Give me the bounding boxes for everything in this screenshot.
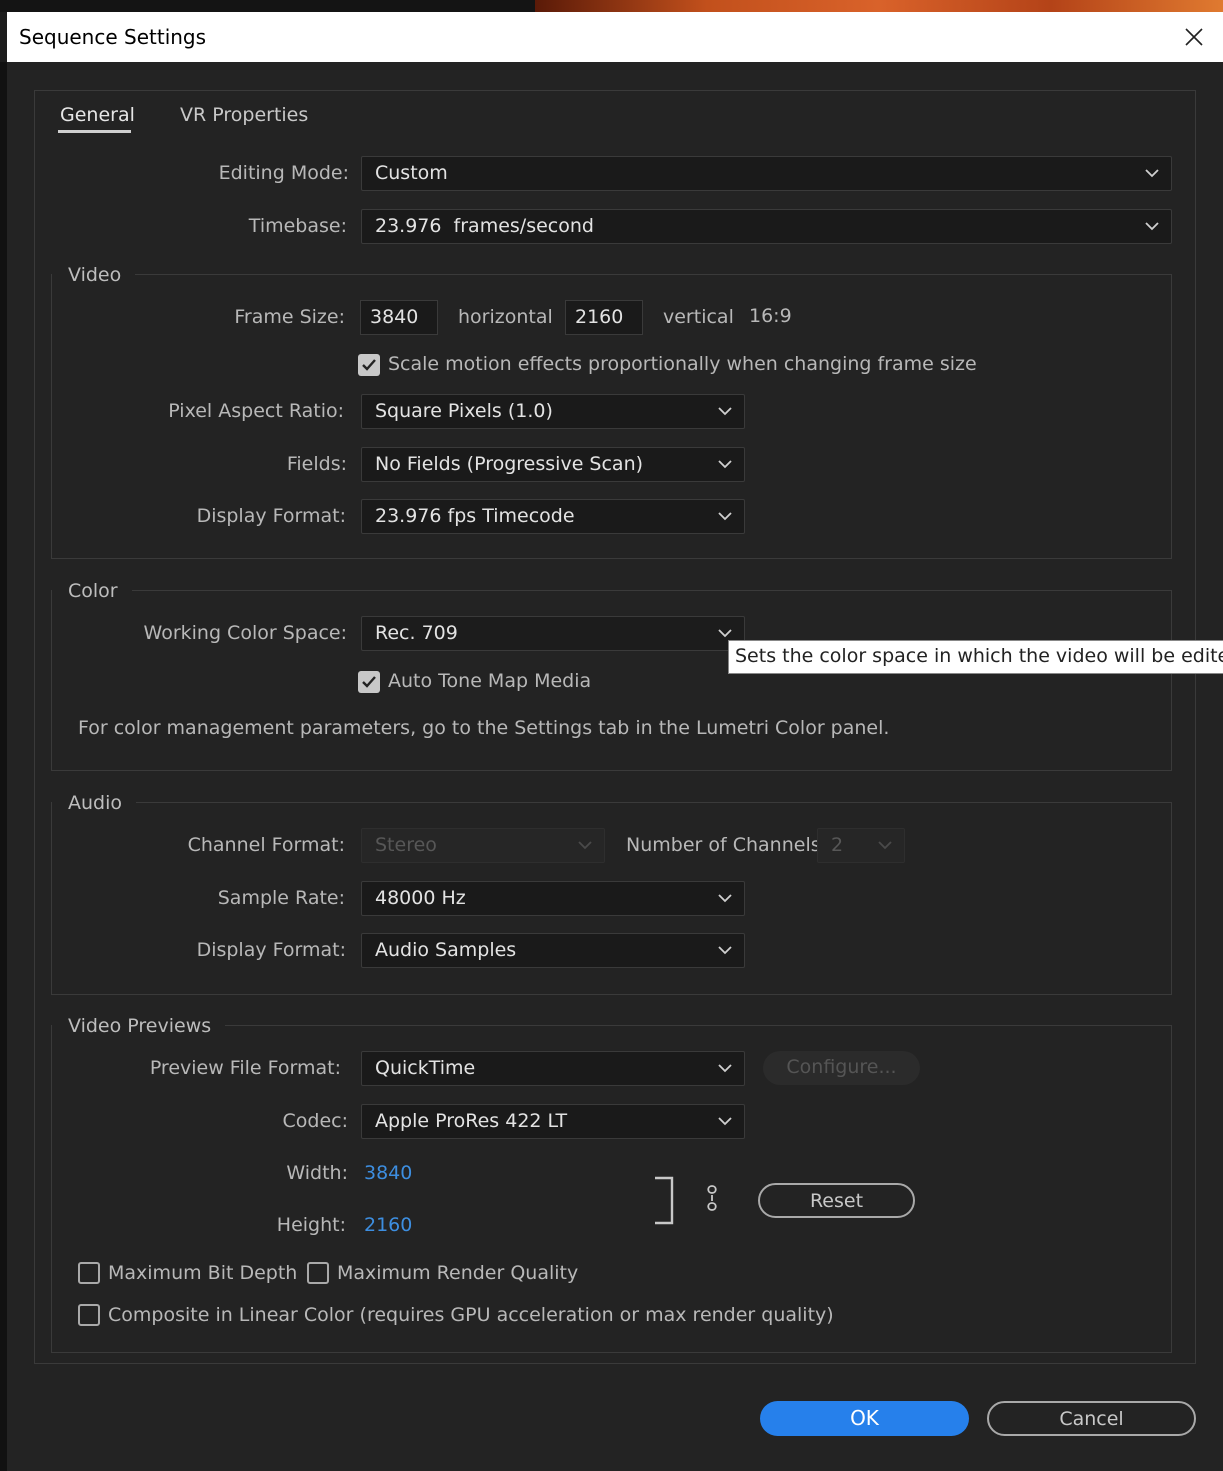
aspect-ratio-text: 16:9	[749, 305, 792, 327]
fields-dropdown[interactable]: No Fields (Progressive Scan)	[361, 447, 745, 482]
auto-tone-map-checkbox[interactable]	[358, 671, 380, 693]
chevron-down-icon	[718, 1117, 732, 1126]
configure-button: Configure...	[763, 1051, 920, 1085]
fields-label: Fields:	[286, 453, 347, 475]
audio-display-format-value: Audio Samples	[375, 939, 517, 961]
tab-general-underline	[58, 130, 131, 133]
chevron-down-icon	[718, 407, 732, 416]
reset-button-label: Reset	[809, 1190, 864, 1212]
configure-button-label: Configure...	[786, 1056, 897, 1078]
frame-width-input[interactable]: 3840	[360, 300, 438, 335]
max-bit-depth-label: Maximum Bit Depth	[108, 1262, 298, 1284]
horizontal-label: horizontal	[458, 306, 553, 328]
working-color-space-value: Rec. 709	[375, 622, 458, 644]
chevron-down-icon	[878, 841, 892, 850]
video-group-title: Video	[52, 264, 136, 286]
close-icon[interactable]	[1183, 26, 1205, 48]
vertical-label: vertical	[663, 306, 734, 328]
codec-dropdown[interactable]: Apple ProRes 422 LT	[361, 1104, 745, 1139]
codec-value: Apple ProRes 422 LT	[375, 1110, 568, 1132]
chevron-down-icon	[578, 841, 592, 850]
pixel-aspect-dropdown[interactable]: Square Pixels (1.0)	[361, 394, 745, 429]
link-icon[interactable]	[703, 1183, 721, 1213]
editing-mode-dropdown[interactable]: Custom	[361, 156, 1172, 191]
chevron-down-icon	[718, 460, 732, 469]
frame-width-value: 3840	[370, 306, 419, 328]
reset-button[interactable]: Reset	[758, 1183, 915, 1218]
video-display-format-label: Display Format:	[196, 505, 346, 527]
audio-group-title: Audio	[52, 792, 137, 814]
timebase-dropdown[interactable]: 23.976 frames/second	[361, 209, 1172, 244]
channel-format-label: Channel Format:	[187, 834, 345, 856]
scale-motion-label: Scale motion effects proportionally when…	[388, 353, 977, 375]
working-color-space-dropdown[interactable]: Rec. 709	[361, 616, 745, 651]
frame-height-input[interactable]: 2160	[565, 300, 643, 335]
chevron-down-icon	[718, 946, 732, 955]
pixel-aspect-label: Pixel Aspect Ratio:	[168, 400, 344, 422]
frame-size-label: Frame Size:	[234, 306, 345, 328]
cancel-button[interactable]: Cancel	[987, 1401, 1196, 1436]
preview-file-format-value: QuickTime	[375, 1057, 476, 1079]
composite-linear-checkbox[interactable]	[78, 1304, 100, 1326]
preview-file-format-dropdown[interactable]: QuickTime	[361, 1051, 745, 1086]
channel-format-value: Stereo	[375, 834, 437, 856]
chevron-down-icon	[718, 512, 732, 521]
background-image-strip	[535, 0, 1223, 12]
chevron-down-icon	[1145, 222, 1159, 231]
chevron-down-icon	[1145, 169, 1159, 178]
tab-general[interactable]: General	[60, 104, 135, 126]
num-channels-label: Number of Channels:	[626, 834, 828, 856]
preview-height-label: Height:	[276, 1214, 346, 1236]
checkmark-icon	[362, 676, 376, 688]
sample-rate-value: 48000 Hz	[375, 887, 466, 909]
video-previews-group-title: Video Previews	[52, 1015, 226, 1037]
tab-vr-properties[interactable]: VR Properties	[180, 104, 308, 126]
color-group-title: Color	[52, 580, 132, 602]
video-display-format-dropdown[interactable]: 23.976 fps Timecode	[361, 499, 745, 534]
checkmark-icon	[362, 359, 376, 371]
video-display-format-value: 23.976 fps Timecode	[375, 505, 575, 527]
preview-height-value[interactable]: 2160	[364, 1214, 412, 1236]
audio-display-format-label: Display Format:	[196, 939, 346, 961]
background-left-strip	[0, 62, 7, 1471]
max-render-quality-label: Maximum Render Quality	[337, 1262, 579, 1284]
composite-linear-label: Composite in Linear Color (requires GPU …	[108, 1304, 834, 1326]
link-bracket-icon	[655, 1176, 674, 1225]
chevron-down-icon	[718, 894, 732, 903]
codec-label: Codec:	[282, 1110, 349, 1132]
audio-display-format-dropdown[interactable]: Audio Samples	[361, 933, 745, 968]
preview-file-format-label: Preview File Format:	[149, 1057, 341, 1079]
preview-width-label: Width:	[286, 1162, 348, 1184]
timebase-value: 23.976 frames/second	[375, 215, 594, 237]
working-color-space-label: Working Color Space:	[143, 622, 347, 644]
max-bit-depth-checkbox[interactable]	[78, 1262, 100, 1284]
sample-rate-dropdown[interactable]: 48000 Hz	[361, 881, 745, 916]
num-channels-value: 2	[831, 834, 844, 856]
editing-mode-value: Custom	[375, 162, 448, 184]
sample-rate-label: Sample Rate:	[217, 887, 345, 909]
channel-format-dropdown: Stereo	[361, 828, 605, 863]
scale-motion-checkbox[interactable]	[358, 354, 380, 376]
preview-width-value[interactable]: 3840	[364, 1162, 412, 1184]
pixel-aspect-value: Square Pixels (1.0)	[375, 400, 553, 422]
chevron-down-icon	[718, 629, 732, 638]
frame-height-value: 2160	[575, 306, 624, 328]
ok-button-label: OK	[850, 1406, 879, 1430]
cancel-button-label: Cancel	[1059, 1408, 1124, 1430]
chevron-down-icon	[718, 1064, 732, 1073]
window-title: Sequence Settings	[19, 25, 207, 49]
ok-button[interactable]: OK	[760, 1401, 969, 1436]
color-management-note: For color management parameters, go to t…	[78, 717, 890, 739]
fields-value: No Fields (Progressive Scan)	[375, 453, 644, 475]
editing-mode-label: Editing Mode:	[218, 162, 349, 184]
auto-tone-map-label: Auto Tone Map Media	[388, 670, 592, 692]
tooltip-text: Sets the color space in which the video …	[735, 645, 1223, 667]
max-render-quality-checkbox[interactable]	[307, 1262, 329, 1284]
num-channels-dropdown: 2	[817, 828, 905, 863]
timebase-label: Timebase:	[248, 215, 347, 237]
working-color-space-tooltip: Sets the color space in which the video …	[728, 640, 1223, 674]
